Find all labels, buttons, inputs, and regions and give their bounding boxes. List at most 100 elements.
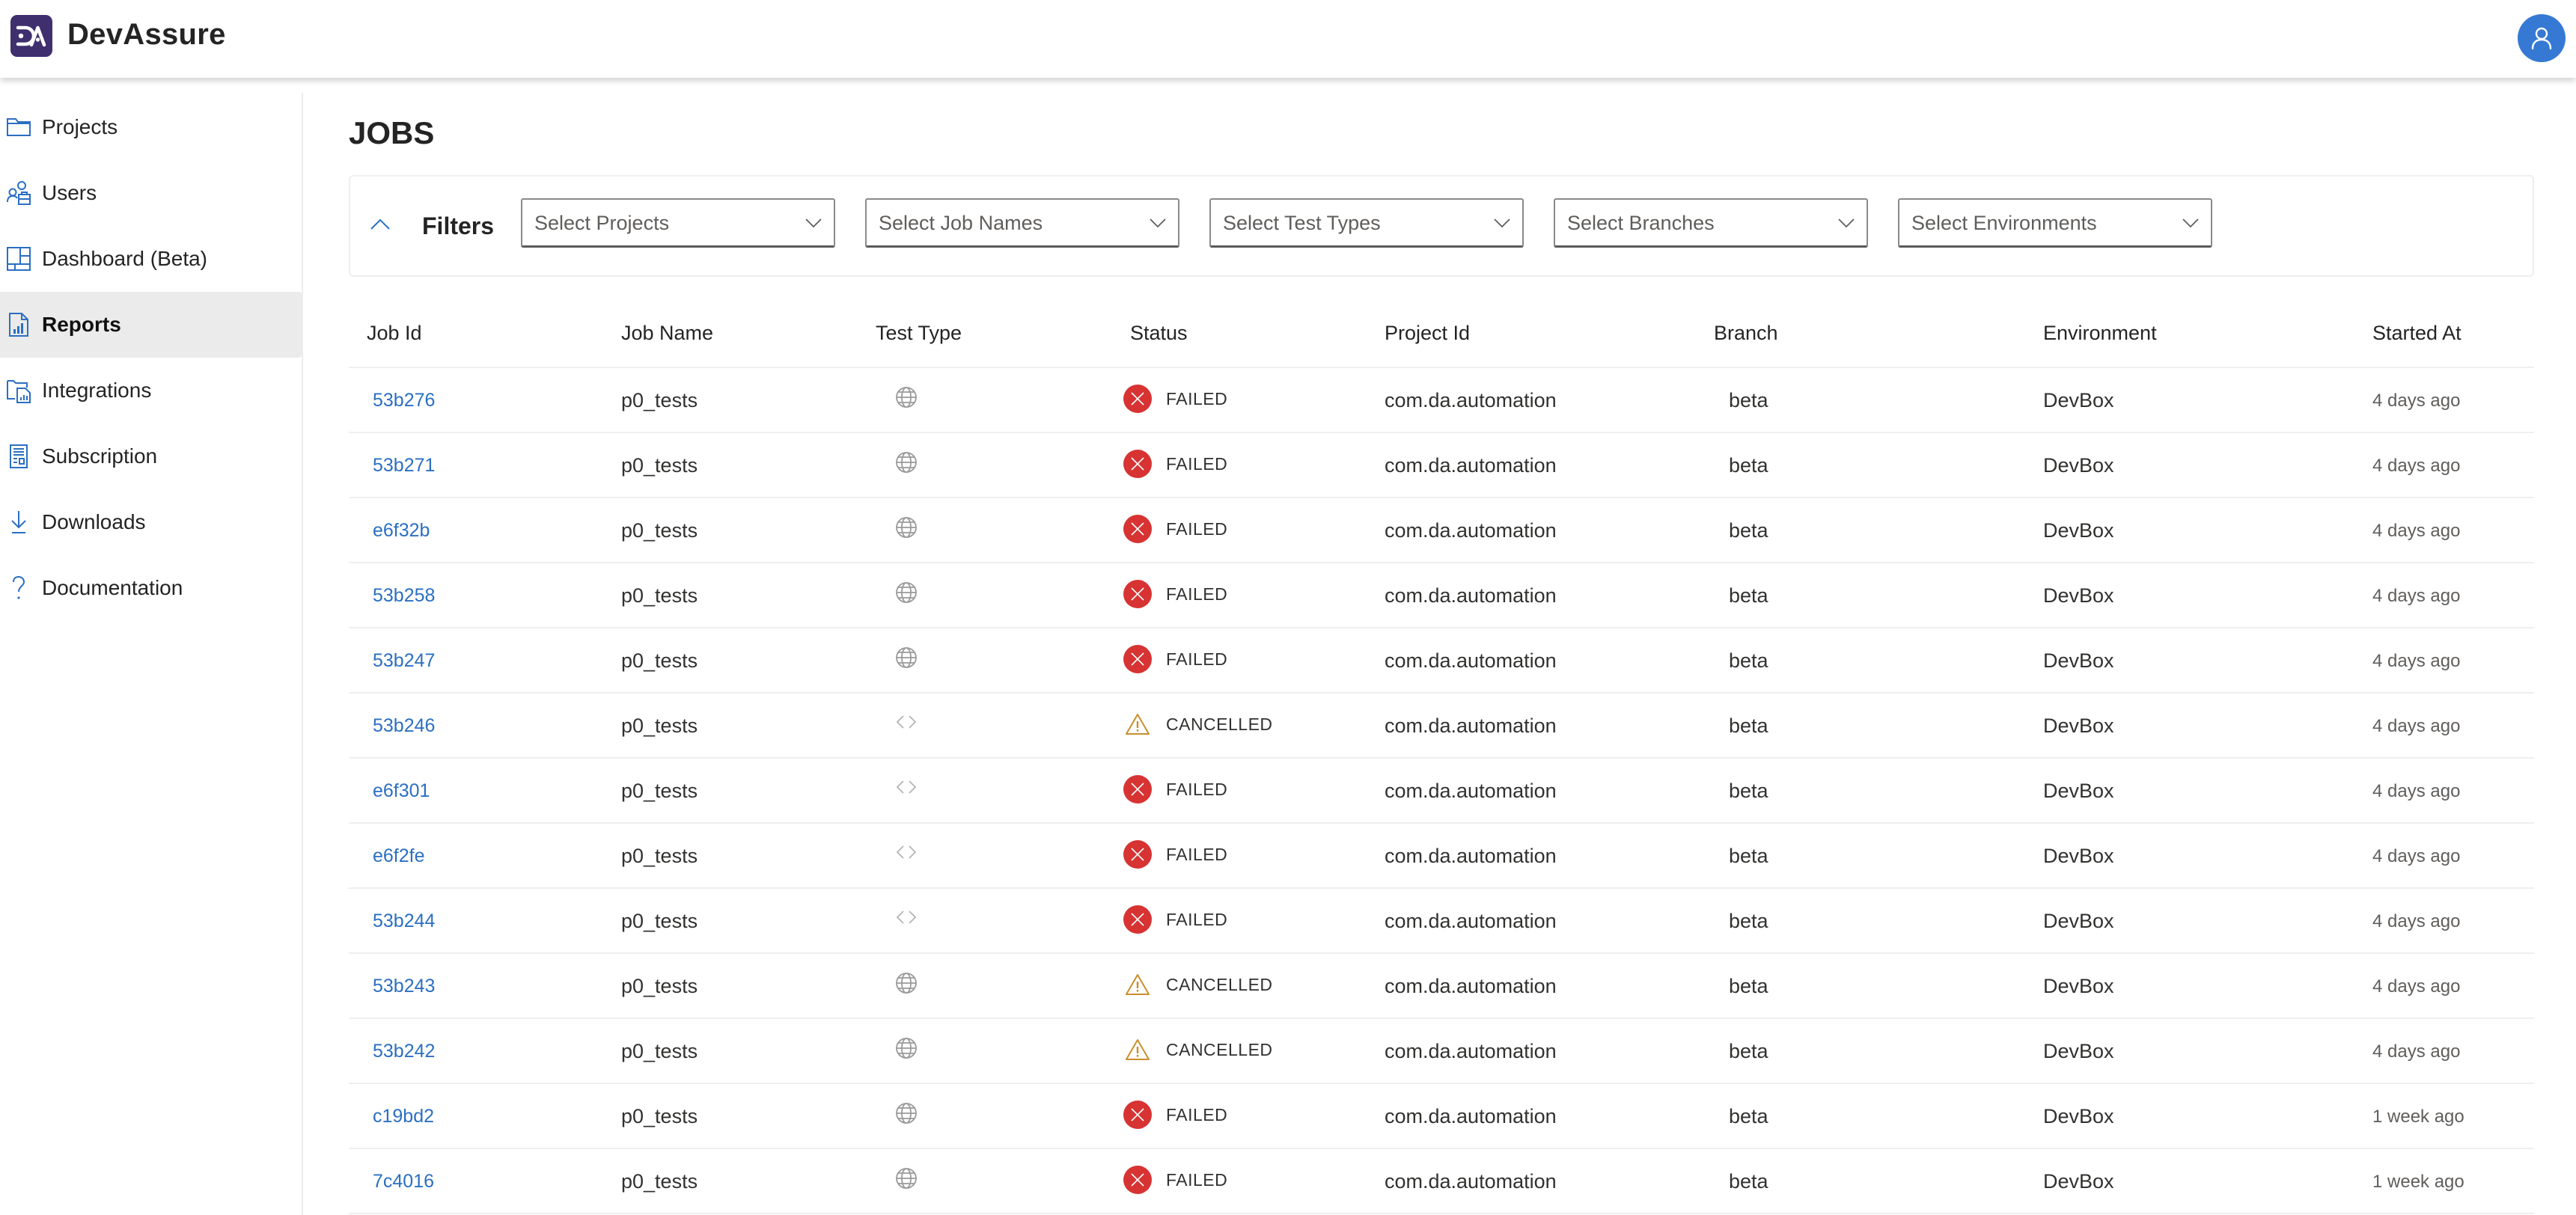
column-header-project-id[interactable]: Project Id	[1385, 322, 1470, 345]
select-job-names[interactable]: Select Job Names	[865, 198, 1179, 248]
job-id-link[interactable]: 53b246	[373, 715, 435, 737]
project-id: com.da.automation	[1385, 910, 1557, 932]
sidebar-item-label: Users	[42, 181, 97, 204]
status-badge: FAILED	[1123, 514, 1227, 544]
status-text: FAILED	[1166, 453, 1228, 474]
column-header-test-type[interactable]: Test Type	[876, 322, 962, 345]
job-id-link[interactable]: 53b271	[373, 455, 435, 477]
globe-icon	[894, 515, 919, 540]
table-row[interactable]: 53b243 p0_tests CANCELLED com.da.automat…	[349, 954, 2534, 1019]
column-header-branch[interactable]: Branch	[1714, 322, 1778, 345]
branch: beta	[1729, 780, 1768, 802]
column-header-job-name[interactable]: Job Name	[621, 322, 713, 345]
table-row[interactable]: c19bd2 p0_tests FAILED com.da.automation…	[349, 1084, 2534, 1149]
devassure-logo-icon[interactable]	[10, 15, 52, 57]
sidebar-item-label: Downloads	[42, 510, 146, 533]
project-id: com.da.automation	[1385, 975, 1557, 997]
error-icon	[1123, 774, 1153, 804]
table-row[interactable]: 53b258 p0_tests FAILED com.da.automation…	[349, 563, 2534, 628]
job-name: p0_tests	[621, 975, 698, 997]
job-id-link[interactable]: 7c4016	[373, 1171, 434, 1193]
select-placeholder: Select Test Types	[1223, 212, 1381, 234]
sidebar-item-label: Integrations	[42, 379, 152, 402]
select-test-types[interactable]: Select Test Types	[1209, 198, 1524, 248]
chevron-down-icon	[2182, 218, 2199, 228]
globe-icon	[894, 450, 919, 475]
job-id-link[interactable]: c19bd2	[373, 1106, 434, 1127]
code-icon	[894, 840, 919, 866]
user-avatar-button[interactable]	[2518, 14, 2566, 62]
column-header-started-at[interactable]: Started At	[2372, 322, 2461, 345]
job-id-link[interactable]: 53b258	[373, 585, 435, 607]
started-at: 4 days ago	[2372, 716, 2461, 736]
table-row[interactable]: 53b271 p0_tests FAILED com.da.automation…	[349, 433, 2534, 498]
subscription-icon	[6, 444, 31, 469]
select-environments[interactable]: Select Environments	[1898, 198, 2212, 248]
status-badge: CANCELLED	[1123, 709, 1273, 739]
sidebar-item-integrations[interactable]: Integrations	[0, 358, 302, 423]
table-row[interactable]: 53b246 p0_tests CANCELLED com.da.automat…	[349, 694, 2534, 759]
error-icon	[1123, 1100, 1153, 1130]
table-header: Job Id Job Name Test Type Status Project…	[349, 307, 2534, 368]
sidebar-item-projects[interactable]: Projects	[0, 94, 302, 160]
table-row[interactable]: e6f2fe p0_tests FAILED com.da.automation…	[349, 824, 2534, 889]
job-name: p0_tests	[621, 714, 698, 737]
job-id-link[interactable]: e6f32b	[373, 520, 430, 542]
filters-panel: Filters Select Projects Select Job Names…	[349, 175, 2534, 277]
job-name: p0_tests	[621, 454, 698, 477]
error-icon	[1123, 514, 1153, 544]
environment: DevBox	[2043, 1105, 2114, 1127]
table-row[interactable]: 7c4016 p0_tests FAILED com.da.automation…	[349, 1149, 2534, 1214]
error-icon	[1123, 905, 1153, 934]
sidebar-item-subscription[interactable]: Subscription	[0, 423, 302, 489]
sidebar-item-users[interactable]: Users	[0, 160, 302, 226]
column-header-status[interactable]: Status	[1130, 322, 1188, 345]
column-header-job-id[interactable]: Job Id	[367, 322, 422, 345]
branch: beta	[1729, 649, 1768, 672]
environment: DevBox	[2043, 1040, 2114, 1062]
job-id-link[interactable]: 53b242	[373, 1041, 435, 1062]
job-id-link[interactable]: e6f301	[373, 780, 430, 802]
globe-icon	[894, 1035, 919, 1061]
job-name: p0_tests	[621, 1105, 698, 1127]
sidebar-item-downloads[interactable]: Downloads	[0, 489, 302, 555]
column-header-environment[interactable]: Environment	[2043, 322, 2157, 345]
job-id-link[interactable]: 53b276	[373, 390, 435, 411]
status-text: FAILED	[1166, 518, 1228, 539]
table-row[interactable]: 53b276 p0_tests FAILED com.da.automation…	[349, 368, 2534, 433]
project-id: com.da.automation	[1385, 845, 1557, 867]
table-row[interactable]: 53b247 p0_tests FAILED com.da.automation…	[349, 628, 2534, 694]
environment: DevBox	[2043, 780, 2114, 802]
chevron-down-icon	[1150, 218, 1166, 228]
select-branches[interactable]: Select Branches	[1554, 198, 1868, 248]
status-badge: FAILED	[1123, 1165, 1227, 1195]
collapse-filters-button[interactable]	[368, 212, 392, 236]
job-id-link[interactable]: 53b243	[373, 976, 435, 997]
project-id: com.da.automation	[1385, 584, 1557, 607]
status-badge: FAILED	[1123, 839, 1227, 869]
started-at: 4 days ago	[2372, 911, 2461, 931]
branch: beta	[1729, 1170, 1768, 1193]
sidebar-item-label: Projects	[42, 115, 118, 138]
select-placeholder: Select Job Names	[879, 212, 1043, 234]
code-icon	[894, 775, 919, 801]
chevron-down-icon	[1494, 218, 1510, 228]
table-row[interactable]: e6f32b p0_tests FAILED com.da.automation…	[349, 498, 2534, 563]
status-text: FAILED	[1166, 584, 1228, 604]
table-row[interactable]: e6f301 p0_tests FAILED com.da.automation…	[349, 759, 2534, 824]
table-row[interactable]: 53b244 p0_tests FAILED com.da.automation…	[349, 889, 2534, 954]
sidebar-item-documentation[interactable]: Documentation	[0, 555, 302, 621]
sidebar-item-reports[interactable]: Reports	[0, 292, 302, 358]
report-icon	[6, 312, 31, 337]
table-row[interactable]: 53b242 p0_tests CANCELLED com.da.automat…	[349, 1019, 2534, 1084]
environment: DevBox	[2043, 649, 2114, 672]
status-text: FAILED	[1166, 649, 1228, 669]
job-id-link[interactable]: e6f2fe	[373, 845, 425, 867]
job-id-link[interactable]: 53b247	[373, 650, 435, 672]
job-id-link[interactable]: 53b244	[373, 911, 435, 932]
project-id: com.da.automation	[1385, 1170, 1557, 1193]
sidebar-item-dashboard[interactable]: Dashboard (Beta)	[0, 226, 302, 292]
select-projects[interactable]: Select Projects	[521, 198, 835, 248]
warning-icon	[1123, 970, 1153, 1000]
branch: beta	[1729, 1105, 1768, 1127]
